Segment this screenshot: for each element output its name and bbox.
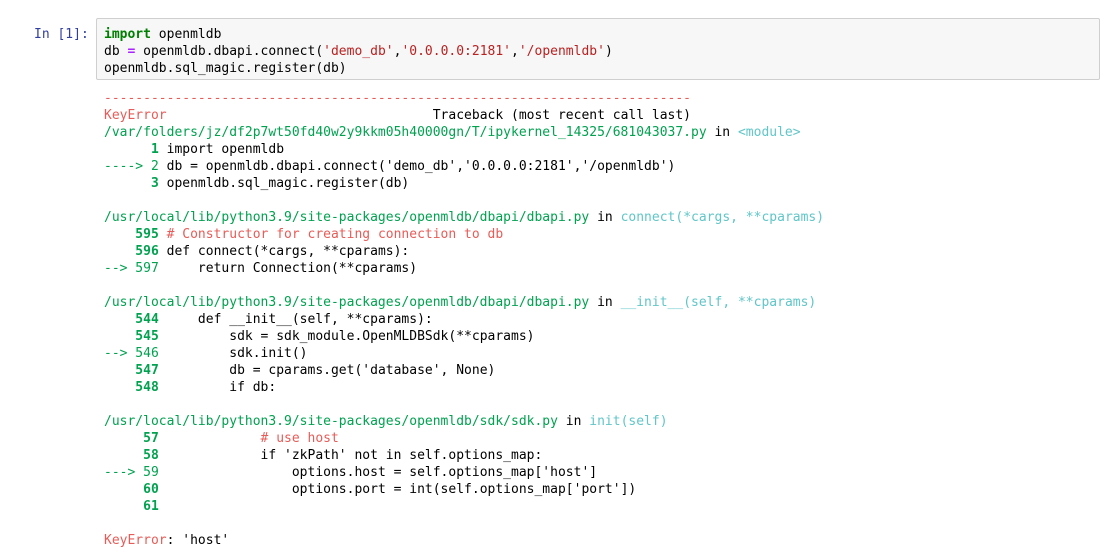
frame-code-line: 3 openmldb.sql_magic.register(db) — [104, 175, 824, 192]
code-text: openmldb.sql_magic.register(db) — [166, 176, 410, 191]
final-error-message: : 'host' — [166, 533, 230, 548]
line-number: 60 — [104, 482, 167, 497]
code-text: db = cparams.get('database', None) — [166, 363, 496, 378]
line-number: 547 — [104, 363, 167, 378]
line-number: 3 — [104, 176, 167, 191]
code-text: openmldb.sql_magic.register(db) — [104, 61, 347, 76]
code-line-3: openmldb.sql_magic.register(db) — [104, 60, 1099, 77]
frame-in: in — [589, 295, 621, 310]
line-number: 61 — [104, 499, 167, 514]
line-arrow: --> 597 — [104, 261, 167, 276]
traceback-title: Traceback (most recent call last) — [166, 108, 692, 123]
frame-in: in — [589, 210, 621, 225]
frame-code-line: 596 def connect(*cargs, **cparams): — [104, 243, 824, 260]
input-prompt: In [1]: — [34, 27, 89, 42]
line-number: 595 — [104, 227, 167, 242]
code-string: '/openmldb' — [518, 44, 605, 59]
frame-code-line-current: ---> 59 options.host = self.options_map[… — [104, 464, 824, 481]
frame-path: /usr/local/lib/python3.9/site-packages/o… — [104, 414, 558, 429]
line-number: 544 — [104, 312, 167, 327]
frame-code-line: 547 db = cparams.get('database', None) — [104, 362, 824, 379]
code-text: if db: — [166, 380, 277, 395]
frame-func: init(self) — [589, 414, 668, 429]
frame-in: in — [557, 414, 590, 429]
code-text: options.port = int(self.options_map['por… — [166, 482, 637, 497]
error-name: KeyError — [104, 108, 167, 123]
frame-path: /usr/local/lib/python3.9/site-packages/o… — [104, 295, 590, 310]
line-number: 596 — [104, 244, 167, 259]
code-text: def connect(*cargs, **cparams): — [166, 244, 410, 259]
code-text: return Connection(**cparams) — [166, 261, 418, 276]
code-string: '0.0.0.0:2181' — [401, 44, 512, 59]
code-text: options.host = self.options_map['host'] — [166, 465, 598, 480]
code-comment: # Constructor for creating connection to… — [166, 227, 504, 242]
line-arrow: --> 546 — [104, 346, 167, 361]
frame-code-line: 544 def __init__(self, **cparams): — [104, 311, 824, 328]
line-arrow: ---> 59 — [104, 465, 167, 480]
final-error-line: KeyError: 'host' — [104, 532, 824, 549]
code-string: 'demo_db' — [323, 44, 394, 59]
code-keyword: import — [104, 27, 151, 42]
line-arrow: ----> 2 — [104, 159, 167, 174]
frame-path: /usr/local/lib/python3.9/site-packages/o… — [104, 210, 590, 225]
frame-path-line: /usr/local/lib/python3.9/site-packages/o… — [104, 209, 824, 226]
code-line-1: import openmldb — [104, 26, 1099, 43]
frame-code-line-current: ----> 2 db = openmldb.dbapi.connect('dem… — [104, 158, 824, 175]
line-number: 545 — [104, 329, 167, 344]
code-text: db — [104, 44, 128, 59]
code-comment: # use host — [166, 431, 339, 446]
frame-code-line: 60 options.port = int(self.options_map['… — [104, 481, 824, 498]
frame-path-line: /var/folders/jz/df2p7wt50fd40w2y9kkm05h4… — [104, 124, 824, 141]
cell-output-traceback: ----------------------------------------… — [104, 90, 824, 549]
frame-func: <module> — [737, 125, 801, 140]
frame-code-line: 595 # Constructor for creating connectio… — [104, 226, 824, 243]
line-number: 548 — [104, 380, 167, 395]
frame-code-line: 57 # use host — [104, 430, 824, 447]
code-text: openmldb — [150, 27, 222, 42]
code-text: def __init__(self, **cparams): — [166, 312, 433, 327]
code-cell-input[interactable]: import openmldb db = openmldb.dbapi.conn… — [96, 18, 1100, 80]
code-text: openmldb.dbapi.connect( — [135, 44, 324, 59]
code-text: import openmldb — [166, 142, 285, 157]
final-error-name: KeyError — [104, 533, 167, 548]
frame-code-line-current: --> 597 return Connection(**cparams) — [104, 260, 824, 277]
code-line-2: db = openmldb.dbapi.connect('demo_db','0… — [104, 43, 1099, 60]
frame-in: in — [706, 125, 738, 140]
frame-code-line: 58 if 'zkPath' not in self.options_map: — [104, 447, 824, 464]
traceback-separator: ----------------------------------------… — [104, 91, 691, 106]
frame-code-line: 545 sdk = sdk_module.OpenMLDBSdk(**cpara… — [104, 328, 824, 345]
code-text: sdk.init() — [166, 346, 308, 361]
code-text: ) — [604, 44, 613, 59]
frame-func: __init__(self, **cparams) — [620, 295, 817, 310]
code-text: if 'zkPath' not in self.options_map: — [166, 448, 543, 463]
frame-code-line: 548 if db: — [104, 379, 824, 396]
frame-path: /var/folders/jz/df2p7wt50fd40w2y9kkm05h4… — [104, 125, 707, 140]
code-text: db = openmldb.dbapi.connect('demo_db','0… — [166, 159, 676, 174]
line-number: 58 — [104, 448, 167, 463]
traceback-header: KeyError Traceback (most recent call las… — [104, 107, 824, 124]
line-number: 57 — [104, 431, 167, 446]
frame-code-line-current: --> 546 sdk.init() — [104, 345, 824, 362]
frame-path-line: /usr/local/lib/python3.9/site-packages/o… — [104, 294, 824, 311]
frame-code-line: 1 import openmldb — [104, 141, 824, 158]
code-text: , — [511, 44, 519, 59]
line-number: 1 — [104, 142, 167, 157]
code-text: sdk = sdk_module.OpenMLDBSdk(**cparams) — [166, 329, 535, 344]
frame-code-line: 61 — [104, 498, 824, 515]
frame-func: connect(*cargs, **cparams) — [620, 210, 825, 225]
frame-path-line: /usr/local/lib/python3.9/site-packages/o… — [104, 413, 824, 430]
